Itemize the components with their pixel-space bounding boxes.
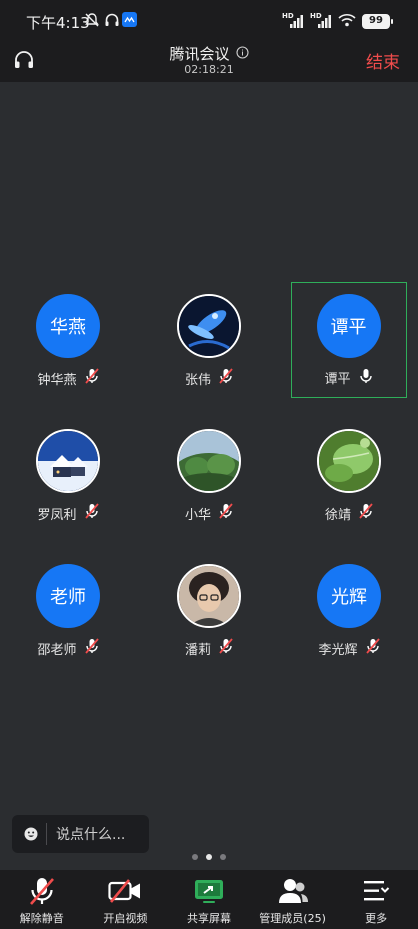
participant-tile[interactable]: 小华 [151,417,267,533]
mic-muted-icon [359,503,373,523]
page-indicator [0,854,418,860]
mute-bell-icon [84,12,100,32]
mic-muted-icon [365,638,380,658]
participant-name: 李光辉 [318,642,358,658]
meeting-header: 腾讯会议 02:18:21 结束 [0,40,418,82]
wifi-icon [338,12,356,31]
headset-status-icon [104,12,120,32]
meeting-timer: 02:18:21 [184,63,234,76]
video-off-icon [108,876,142,906]
unmute-button[interactable]: 解除静音 [0,870,84,929]
participant-name: 邵老师 [37,642,77,658]
mic-muted-icon [219,638,233,658]
avatar: 老师 [36,564,100,628]
mic-muted-icon [84,638,99,658]
avatar: 光辉 [317,564,381,628]
info-icon[interactable] [235,45,249,63]
avatar [177,294,241,358]
meeting-app-icon [122,12,137,31]
mic-muted-icon [84,503,99,523]
participant-tile[interactable]: 老师 邵老师 [10,552,126,668]
participant-name: 张伟 [184,372,211,388]
participant-tile[interactable]: 徐靖 [291,417,407,533]
members-icon [277,876,309,906]
participant-tile[interactable]: 光辉 李光辉 [291,552,407,668]
participant-name: 谭平 [324,372,351,387]
participant-name: 罗凤利 [37,507,77,523]
mic-muted-icon [219,503,233,523]
share-screen-button[interactable]: 共享屏幕 [167,870,251,929]
share-screen-icon [194,876,224,906]
more-button[interactable]: 更多 [334,870,418,929]
participant-name: 小华 [184,507,211,523]
avatar [36,429,100,493]
avatar: 华燕 [36,294,100,358]
participant-tile[interactable]: 华燕 钟华燕 [10,282,126,398]
chat-divider [46,823,47,845]
participant-name: 徐靖 [324,507,351,523]
avatar [317,429,381,493]
meeting-title: 腾讯会议 [169,45,230,63]
share-screen-label: 共享屏幕 [186,912,231,925]
start-video-label: 开启视频 [103,912,148,925]
status-time: 下午4:13 [26,14,90,32]
manage-members-label: 管理成员(25) [259,912,326,925]
start-video-button[interactable]: 开启视频 [84,870,168,929]
page-dot[interactable] [192,854,198,860]
mic-muted-icon [84,368,99,388]
status-bar: 下午4:13 HD HD 99 [0,0,418,40]
unmute-label: 解除静音 [19,912,64,925]
participant-name: 潘莉 [184,642,211,658]
participant-tile[interactable]: 张伟 [151,282,267,398]
chat-placeholder: 说点什么... [56,827,126,843]
emoji-icon[interactable] [24,827,38,841]
bottom-toolbar: 解除静音 开启视频 共享屏幕 管理成员(25) 更多 [0,870,418,929]
more-label: 更多 [365,912,388,925]
mic-on-icon [359,368,373,388]
end-meeting-button[interactable]: 结束 [366,48,400,73]
mic-muted-icon [29,876,55,906]
more-icon [362,876,390,906]
page-dot-active[interactable] [206,854,212,860]
signal-icon-2: HD [310,12,332,29]
manage-members-button[interactable]: 管理成员(25) [251,870,335,929]
avatar [177,429,241,493]
participant-tile[interactable]: 罗凤利 [10,417,126,533]
chat-input[interactable]: 说点什么... [12,815,149,853]
avatar: 谭平 [316,293,381,358]
participant-name: 钟华燕 [37,372,77,388]
avatar [177,564,241,628]
signal-icon-1: HD [282,12,304,29]
meeting-title-row[interactable]: 腾讯会议 [0,43,418,64]
mic-muted-icon [219,368,233,388]
participant-tile[interactable]: 潘莉 [151,552,267,668]
page-dot[interactable] [220,854,226,860]
participant-tile-speaking[interactable]: 谭平 谭平 [291,282,407,398]
battery-icon: 99 [362,14,393,29]
